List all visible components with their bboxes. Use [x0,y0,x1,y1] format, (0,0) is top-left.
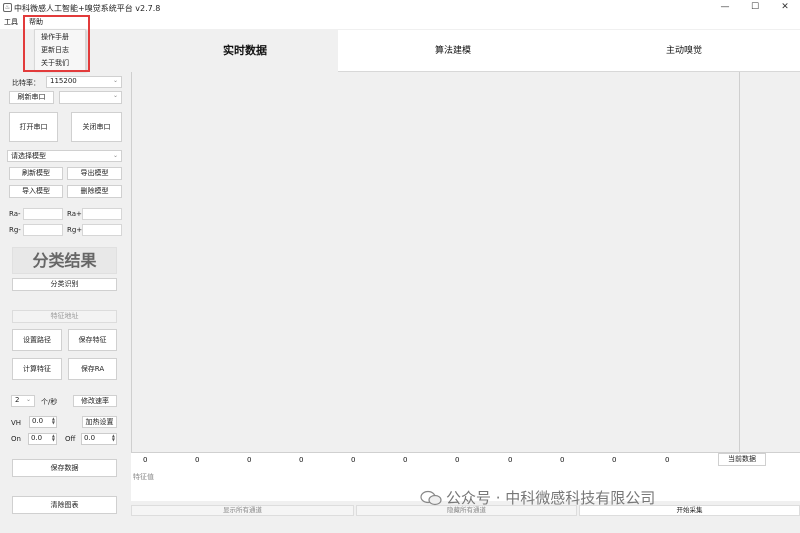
channel-value: 0 [455,456,460,464]
heating-settings-button[interactable]: 加热设置 [82,416,117,428]
set-path-button[interactable]: 设置路径 [12,329,62,351]
chevron-down-icon: ⌄ [112,77,118,84]
stepper-arrows-icon[interactable]: ▲ ▼ [52,417,55,425]
channel-value: 0 [665,456,670,464]
tab-algorithm-modeling[interactable]: 算法建模 [338,30,568,72]
right-legend-panel [739,72,800,452]
ra-plus-label: Ra+ [67,210,82,218]
rg-minus-label: Rg- [9,226,21,234]
delete-model-button[interactable]: 删除模型 [67,185,122,198]
calculate-feature-button[interactable]: 计算特征 [12,358,62,380]
feature-value-label: 特征值 [133,473,154,481]
maximize-button[interactable]: ☐ [740,0,770,14]
vh-value: 0.0 [32,417,44,425]
channel-value: 0 [612,456,617,464]
highlight-box [23,15,90,72]
title-bar: ♨ 中科微感人工智能+嗅觉系统平台 v2.7.8 — ☐ ✕ [0,0,800,16]
model-select[interactable]: 请选择模型 ⌄ [7,150,122,162]
tab-realtime-data[interactable]: 实时数据 [152,30,338,72]
channel-value: 0 [299,456,304,464]
channel-value: 0 [560,456,565,464]
ra-plus-input[interactable] [82,208,122,220]
close-button[interactable]: ✕ [770,0,800,14]
show-all-channels-button[interactable]: 显示所有通道 [131,505,354,516]
rg-minus-input[interactable] [23,224,63,236]
ra-minus-input[interactable] [23,208,63,220]
channel-value: 0 [143,456,148,464]
chevron-down-icon: ⌄ [112,92,118,99]
off-stepper[interactable]: 0.0 ▲ ▼ [81,433,117,445]
export-model-button[interactable]: 导出模型 [67,167,122,180]
refresh-port-button[interactable]: 刷新串口 [9,91,54,104]
feature-address-field[interactable]: 特征地址 [12,310,117,323]
off-value: 0.0 [84,434,96,442]
classification-result-display: 分类结果 [12,247,117,274]
chevron-down-icon: ⌄ [25,396,31,403]
port-select[interactable]: ⌄ [59,91,122,104]
clear-chart-button[interactable]: 清除图表 [12,496,117,514]
save-ra-button[interactable]: 保存RA [68,358,117,380]
save-feature-button[interactable]: 保存特征 [68,329,117,351]
rg-plus-input[interactable] [82,224,122,236]
vh-label: VH [11,419,22,427]
baud-rate-select[interactable]: 115200 ⌄ [46,76,122,88]
channel-value: 0 [508,456,513,464]
baud-rate-value: 115200 [50,77,77,85]
channel-value: 0 [403,456,408,464]
menu-bar: 工具 帮助 [0,16,800,29]
rate-unit-label: 个/秒 [41,398,58,406]
baud-label: 比特率： [12,79,40,87]
rg-plus-label: Rg+ [67,226,83,234]
on-stepper[interactable]: 0.0 ▲ ▼ [28,433,57,445]
import-model-button[interactable]: 导入模型 [9,185,63,198]
channel-value: 0 [247,456,252,464]
wechat-icon [420,490,442,506]
watermark-text: 公众号 · 中科微感科技有限公司 [446,489,656,507]
vh-stepper[interactable]: 0.0 ▲ ▼ [29,416,57,428]
tab-active-olfaction[interactable]: 主动嗅觉 [568,30,800,72]
chevron-down-icon: ⌄ [112,152,118,159]
save-data-button[interactable]: 保存数据 [12,459,117,477]
model-select-placeholder: 请选择模型 [11,152,46,160]
channel-value: 0 [351,456,356,464]
realtime-chart-area[interactable] [131,72,739,452]
modify-rate-button[interactable]: 修改速率 [73,395,117,407]
stepper-arrows-icon[interactable]: ▲ ▼ [52,434,55,442]
ra-minus-label: Ra- [9,210,21,218]
current-data-button[interactable]: 当前数据 [718,453,766,466]
rate-value: 2 [15,396,20,404]
channel-readout-row [131,452,800,469]
rate-select[interactable]: 2 ⌄ [11,395,35,407]
refresh-model-button[interactable]: 刷新模型 [9,167,63,180]
tab-strip: 实时数据 算法建模 主动嗅觉 [152,30,800,72]
channel-value: 0 [195,456,200,464]
close-port-button[interactable]: 关闭串口 [71,112,122,142]
app-icon: ♨ [3,3,12,12]
open-port-button[interactable]: 打开串口 [9,112,58,142]
stepper-arrows-icon[interactable]: ▲ ▼ [112,434,115,442]
classify-button[interactable]: 分类识别 [12,278,117,291]
on-value: 0.0 [31,434,43,442]
off-label: Off [65,435,76,443]
menu-tools[interactable]: 工具 [2,17,20,27]
minimize-button[interactable]: — [710,0,740,14]
window-title: 中科微感人工智能+嗅觉系统平台 v2.7.8 [14,4,161,13]
on-label: On [11,435,21,443]
